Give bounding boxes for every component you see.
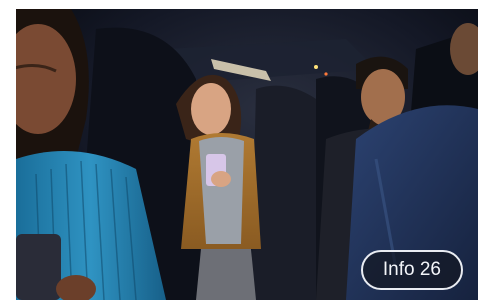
- info-badge-label: Info 26: [382, 259, 441, 280]
- photo-frame: Info 26: [16, 9, 478, 300]
- info-badge[interactable]: Info 26: [360, 250, 463, 290]
